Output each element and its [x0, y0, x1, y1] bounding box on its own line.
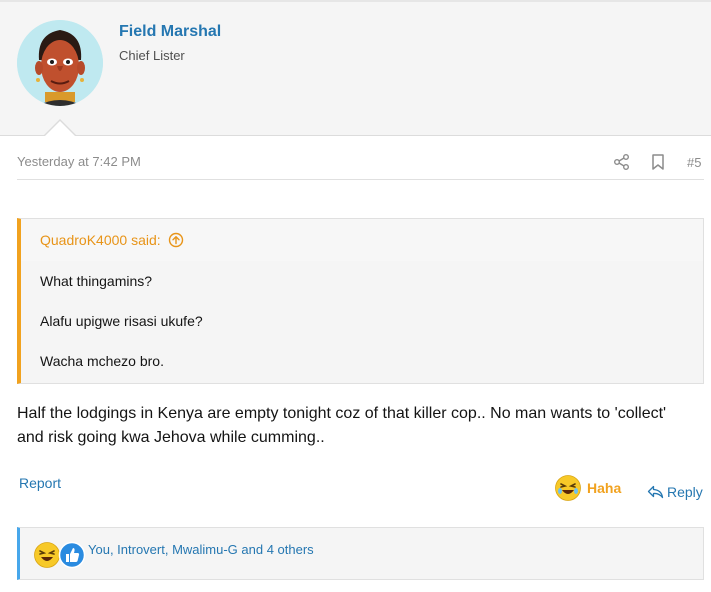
- quote-author-label: QuadroK4000 said:: [40, 232, 161, 248]
- avatar-caricature-image: [17, 20, 103, 106]
- quote-line: Alafu upigwe risasi ukufe?: [40, 313, 203, 329]
- reactions-summary-link[interactable]: You, Introvert, Mwalimu-G and 4 others: [88, 542, 314, 557]
- divider: [17, 179, 704, 180]
- message-user-header: Field Marshal Chief Lister: [0, 0, 711, 136]
- reply-label: Reply: [667, 484, 703, 500]
- quote-author-link[interactable]: QuadroK4000 said:: [40, 232, 184, 248]
- laughing-emoji-icon: [555, 475, 581, 501]
- quote-line: Wacha mchezo bro.: [40, 353, 164, 369]
- reply-button[interactable]: Reply: [647, 484, 703, 500]
- bookmark-icon[interactable]: [648, 152, 668, 177]
- laughing-emoji-icon: [34, 542, 60, 568]
- user-avatar[interactable]: [17, 20, 103, 106]
- quote-line: What thingamins?: [40, 273, 153, 289]
- reactions-bar[interactable]: You, Introvert, Mwalimu-G and 4 others: [17, 527, 704, 580]
- arrow-up-circle-icon[interactable]: [168, 232, 184, 248]
- header-pointer-fill: [44, 121, 76, 137]
- reply-arrow-icon: [647, 485, 664, 499]
- username-link[interactable]: Field Marshal: [119, 23, 221, 41]
- haha-reaction-button[interactable]: Haha: [555, 475, 621, 501]
- post-number-link[interactable]: #5: [687, 155, 701, 170]
- post-timestamp[interactable]: Yesterday at 7:42 PM: [17, 154, 141, 169]
- post-body-text: Half the lodgings in Kenya are empty ton…: [17, 405, 667, 446]
- report-link[interactable]: Report: [19, 475, 61, 491]
- reaction-icons: [33, 541, 87, 569]
- share-icon[interactable]: [612, 152, 632, 177]
- haha-reaction-label: Haha: [587, 480, 622, 496]
- user-title: Chief Lister: [119, 48, 185, 63]
- thumbs-up-icon: [58, 541, 86, 569]
- quote-block: QuadroK4000 said: What thingamins? Alafu…: [17, 218, 704, 384]
